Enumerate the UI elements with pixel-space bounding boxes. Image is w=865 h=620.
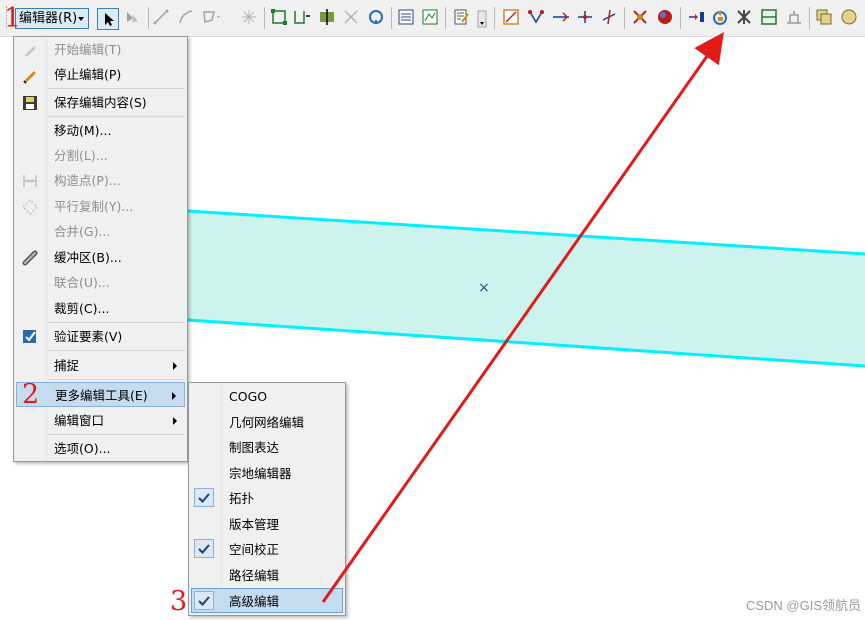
step-marker-3: 3 [170, 586, 188, 617]
watermark: CSDN @GIS领航员 [745, 598, 861, 613]
annotation-arrow [321, 32, 724, 603]
step-marker-1: 1 [4, 3, 22, 34]
annotation-arrow-layer [321, 32, 724, 603]
step-marker-2: 2 [22, 379, 40, 410]
